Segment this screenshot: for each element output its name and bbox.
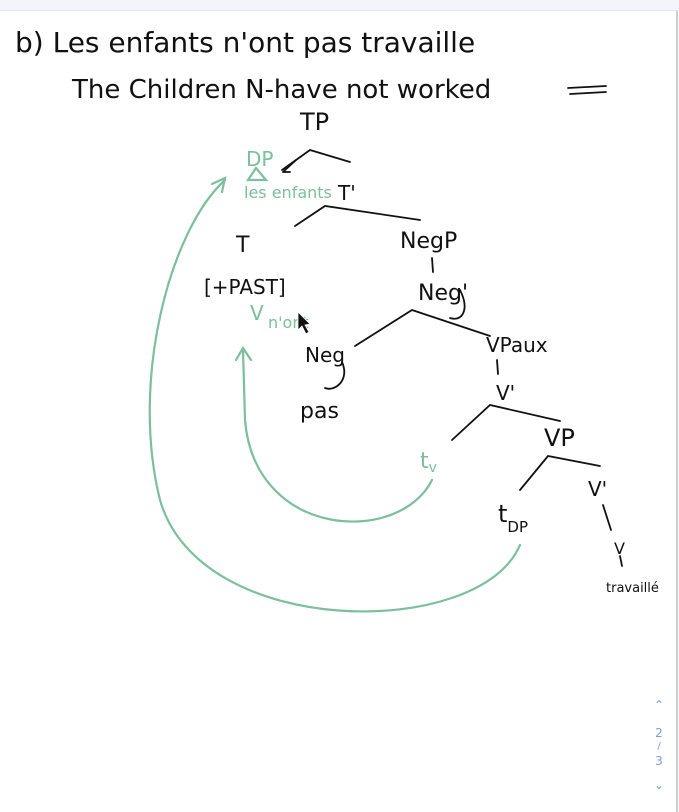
dp-content: les enfants: [244, 183, 332, 202]
t-feature: [+PAST]: [204, 275, 286, 299]
node-vpaux: VPaux: [486, 333, 548, 357]
word-pas: pas: [300, 399, 339, 424]
dp-arrowhead-black: [282, 159, 297, 173]
word-travaille: travaillé: [606, 581, 659, 596]
trace-v-subscript: v: [429, 460, 437, 476]
underline-worked: [567, 85, 607, 95]
document-page: b) Les enfants n'ont pas travaille The C…: [0, 11, 678, 812]
v-movement-arrow: [241, 348, 434, 523]
trace-v: tv: [420, 449, 437, 476]
node-t-bar: T': [337, 181, 356, 205]
chevron-up-icon[interactable]: ⌃: [649, 698, 669, 712]
total-pages: 3: [655, 754, 663, 768]
branch-tbar: [294, 205, 421, 227]
trace-dp: tDP: [498, 500, 528, 536]
node-t: T: [235, 233, 250, 258]
syntax-tree-drawing: b) Les enfants n'ont pas travaille The C…: [15, 26, 659, 613]
node-neg: Neg: [305, 343, 345, 367]
node-dp: DP: [246, 147, 273, 171]
viewer-toolbar: [0, 0, 679, 11]
node-v: V: [614, 539, 625, 558]
current-page: 2: [655, 726, 663, 740]
node-tp: TP: [299, 108, 329, 136]
moved-v: V: [250, 301, 264, 325]
node-v-bar-aux: V': [496, 381, 515, 405]
branch-vpaux: [496, 359, 499, 375]
header-line-1: b) Les enfants n'ont pas travaille: [15, 26, 475, 59]
node-vp: VP: [544, 424, 575, 452]
branch-tp: [281, 149, 351, 171]
node-negp: NegP: [400, 229, 457, 254]
branch-negbar: [354, 309, 491, 347]
branch-vbar: [602, 504, 612, 531]
chevron-down-icon[interactable]: ⌄: [649, 778, 669, 792]
dp-movement-arrow: [148, 178, 522, 613]
header-line-2: The Children N-have not worked: [71, 75, 491, 105]
page-separator: /: [657, 741, 661, 752]
page-navigator: ⌃ 2 / 3 ⌄: [649, 698, 669, 792]
trace-dp-letter: t: [498, 500, 507, 528]
trace-v-letter: t: [420, 449, 429, 474]
trace-dp-subscript: DP: [507, 518, 528, 536]
branch-negp: [431, 257, 434, 273]
node-v-bar: V': [588, 477, 607, 501]
node-neg-bar: Neg': [418, 281, 468, 306]
